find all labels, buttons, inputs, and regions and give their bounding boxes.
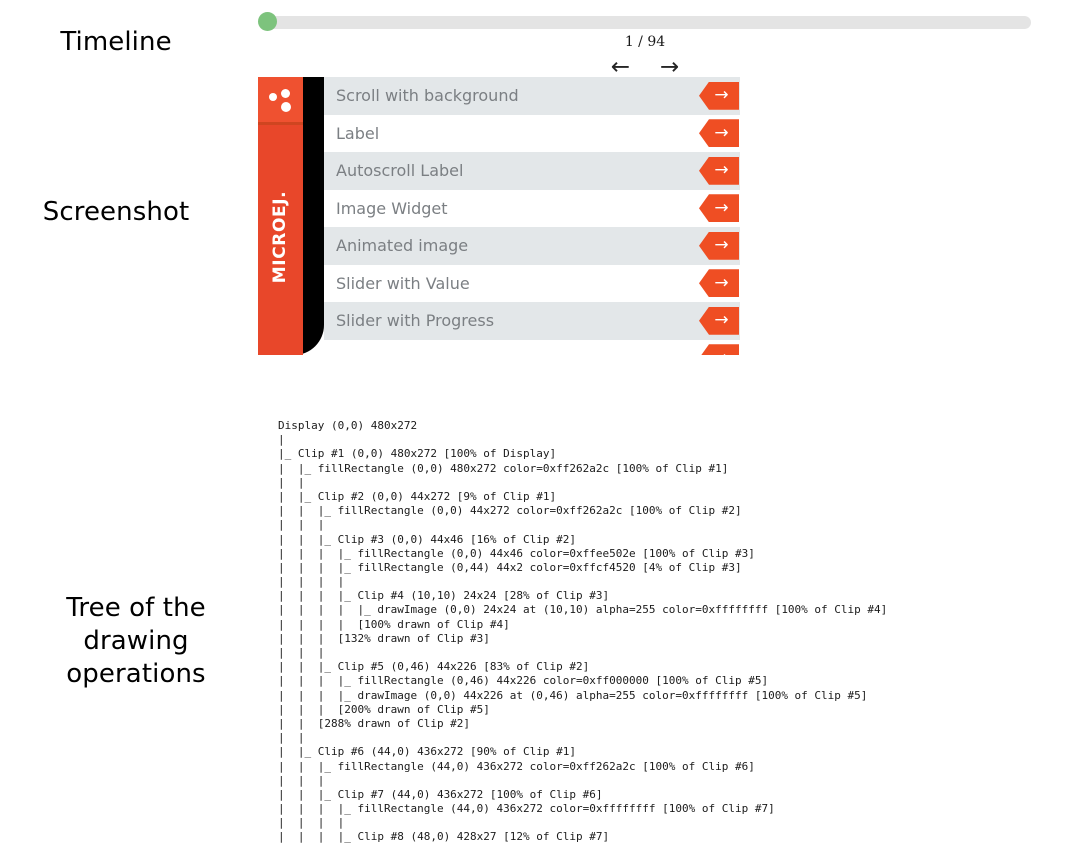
device-list: Scroll with background → Label → Autoscroll … [324, 77, 740, 355]
timeline-thumb-handle[interactable] [258, 12, 277, 31]
tree-line: | | | |_ fillRectangle (0,46) 44x226 col… [278, 674, 769, 688]
arrow-right-glyph: → [714, 272, 729, 293]
tree-line: | | [288% drawn of Clip #2] [278, 716, 471, 730]
arrow-right-glyph: → [714, 197, 729, 218]
tree-line: | | | [278, 646, 325, 659]
tree-line: | | | [132% drawn of Clip #3] [278, 631, 490, 645]
logo-dot-icon [281, 102, 291, 112]
drawing-operations-tree: Display (0,0) 480x272 | |_ Clip #1 (0,0) 4… [278, 419, 1068, 851]
tree-line: | |_ Clip #2 (0,0) 44x272 [9% of Clip #1… [278, 489, 557, 503]
annotation-label-tree: Tree of the drawing operations [66, 593, 206, 689]
tree-line: | | | [200% drawn of Clip #5] [278, 702, 490, 716]
arrow-right-icon[interactable]: → [660, 56, 679, 79]
list-item-label: Label [336, 123, 380, 143]
tree-line: | | | [278, 773, 325, 787]
tree-line: | | | |_ fillRectangle (0,44) 44x2 color… [278, 560, 742, 574]
frame-counter: 1 / 94 [624, 34, 666, 50]
arrow-right-badge-icon[interactable]: → [699, 344, 739, 355]
arrow-right-glyph: → [714, 160, 729, 181]
tree-line: | | | | |_ drawImage (0,0) 24x24 at (10,… [278, 603, 888, 617]
arrow-right-glyph: → [714, 310, 729, 331]
tree-line: | | | | [278, 816, 345, 830]
tree-line: Display (0,0) 480x272 [278, 419, 418, 432]
tree-line: | | | | [100% drawn of Clip #4] [278, 617, 510, 631]
tree-line: | | | |_ Clip #8 (48,0) 428x27 [12% of C… [278, 830, 610, 844]
arrow-right-glyph: → [714, 122, 729, 143]
annotation-label-timeline: Timeline [60, 27, 172, 57]
tree-line: | | | |_ fillRectangle (0,0) 44x46 color… [278, 546, 755, 560]
list-item[interactable]: Image Widget → [324, 189, 740, 227]
list-item-label: Autoscroll Label [336, 161, 464, 181]
arrow-left-icon[interactable]: ← [611, 56, 630, 79]
tree-line: | | [278, 475, 305, 489]
tree-line: | [278, 433, 285, 447]
list-item[interactable]: Autoscroll Label → [324, 152, 740, 190]
list-item-label: Animated image [336, 236, 469, 256]
app-root: Timeline Screenshot Tree of the drawing … [0, 0, 1068, 851]
arrow-right-badge-icon[interactable]: → [699, 194, 739, 223]
arrow-right-badge-icon[interactable]: → [699, 269, 739, 298]
logo-dot-icon [281, 89, 290, 98]
arrow-right-badge-icon[interactable]: → [699, 119, 739, 148]
tree-line: | | |_ Clip #5 (0,46) 44x226 [83% of Cli… [278, 660, 590, 674]
list-item-label: Slider with Progress [336, 311, 495, 331]
list-item-label: Image Widget [336, 198, 448, 218]
tree-line: | | | | [278, 575, 345, 589]
brand-name-vertical: MICROEJ. [270, 190, 290, 284]
timeline-slider[interactable] [258, 12, 1033, 31]
device-screenshot-preview: MICROEJ. Scroll with background → Label → Au… [258, 77, 740, 355]
list-item[interactable]: Scroll with background → [324, 77, 740, 115]
tree-line: | | | |_ fillRectangle (44,0) 436x272 co… [278, 802, 775, 816]
arrow-right-badge-icon[interactable]: → [699, 306, 739, 335]
device-sidebar: MICROEJ. [258, 77, 303, 355]
frame-navigation: ← → [555, 56, 735, 79]
arrow-right-glyph: → [714, 235, 729, 256]
tree-line: | | | [278, 518, 325, 532]
arrow-right-badge-icon[interactable]: → [699, 231, 739, 260]
list-item[interactable]: Label → [324, 114, 740, 152]
tree-line: | |_ fillRectangle (0,0) 480x272 color=0… [278, 461, 729, 475]
list-item-label: Scroll with background [336, 86, 519, 106]
arrow-right-badge-icon[interactable]: → [699, 81, 739, 110]
microej-logo-tile [258, 77, 303, 124]
tree-line: | | |_ Clip #7 (44,0) 436x272 [100% of C… [278, 787, 603, 801]
tree-line: | | | |_ drawImage (0,0) 44x226 at (0,46… [278, 688, 868, 702]
arrow-right-glyph: → [714, 85, 729, 106]
list-item[interactable]: Animated image → [324, 227, 740, 265]
arrow-right-glyph: → [714, 349, 728, 355]
annotation-label-screenshot: Screenshot [42, 197, 190, 227]
arrow-right-badge-icon[interactable]: → [699, 156, 739, 185]
list-item[interactable]: Slider with Progress → [324, 302, 740, 340]
logo-underline [258, 122, 303, 125]
tree-line: | | |_ fillRectangle (0,0) 44x272 color=… [278, 504, 742, 518]
tree-line: | | |_ Clip #3 (0,0) 44x46 [16% of Clip … [278, 532, 577, 546]
tree-line: | |_ Clip #6 (44,0) 436x272 [90% of Clip… [278, 745, 577, 759]
list-item[interactable]: Slider with Value → [324, 264, 740, 302]
timeline-track[interactable] [268, 16, 1031, 29]
list-item-label: Slider with Value [336, 273, 470, 293]
logo-dot-icon [269, 93, 277, 101]
list-item[interactable]: → [324, 339, 740, 355]
tree-line: | | [278, 731, 305, 745]
tree-line: | | | |_ Clip #4 (10,10) 24x24 [28% of C… [278, 589, 610, 603]
tree-line: | | |_ fillRectangle (44,0) 436x272 colo… [278, 759, 755, 773]
tree-line: |_ Clip #1 (0,0) 480x272 [100% of Displa… [278, 447, 557, 461]
